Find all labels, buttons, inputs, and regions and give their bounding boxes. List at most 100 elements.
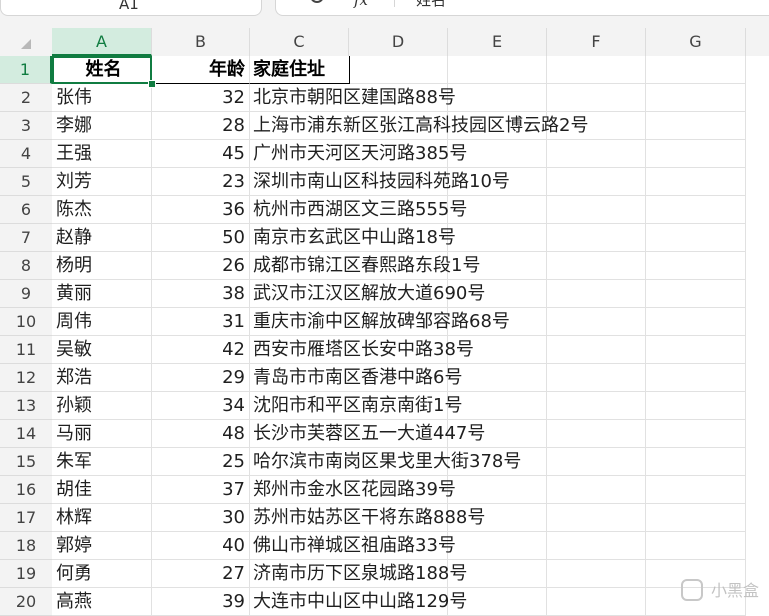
empty-cell[interactable] <box>646 364 746 392</box>
fx-icon[interactable]: fx <box>354 0 368 9</box>
cell-age[interactable]: 34 <box>152 392 250 420</box>
empty-cell[interactable] <box>547 252 646 280</box>
empty-cell[interactable] <box>448 224 547 252</box>
empty-cell[interactable] <box>547 56 646 84</box>
cell-name[interactable]: 胡佳 <box>52 476 152 504</box>
cell-age[interactable]: 29 <box>152 364 250 392</box>
column-header-c[interactable]: C <box>250 28 349 56</box>
cell-address[interactable]: 成都市锦江区春熙路东段1号 <box>250 252 480 280</box>
cell-age[interactable]: 27 <box>152 560 250 588</box>
empty-cell[interactable] <box>646 56 746 84</box>
empty-cell[interactable] <box>547 588 646 616</box>
empty-cell[interactable] <box>547 364 646 392</box>
cell-age[interactable]: 37 <box>152 476 250 504</box>
cell-name[interactable]: 朱军 <box>52 448 152 476</box>
row-header[interactable]: 8 <box>0 252 52 280</box>
row-header[interactable]: 9 <box>0 280 52 308</box>
empty-cell[interactable] <box>448 476 547 504</box>
cell-address[interactable]: 郑州市金水区花园路39号 <box>250 476 456 504</box>
empty-cell[interactable] <box>646 196 746 224</box>
cell-age[interactable]: 45 <box>152 140 250 168</box>
empty-cell[interactable] <box>646 476 746 504</box>
formula-input[interactable]: fx 姓名 <box>275 0 769 16</box>
empty-cell[interactable] <box>547 420 646 448</box>
empty-cell[interactable] <box>547 336 646 364</box>
row-header[interactable]: 20 <box>0 588 52 616</box>
empty-cell[interactable] <box>646 112 746 140</box>
row-header[interactable]: 2 <box>0 84 52 112</box>
empty-cell[interactable] <box>547 560 646 588</box>
cell-address[interactable]: 沈阳市和平区南京南街1号 <box>250 392 462 420</box>
column-header-g[interactable]: G <box>646 28 746 56</box>
column-header-b[interactable]: B <box>152 28 250 56</box>
empty-cell[interactable] <box>646 420 746 448</box>
cell-age[interactable]: 26 <box>152 252 250 280</box>
empty-cell[interactable] <box>646 280 746 308</box>
empty-cell[interactable] <box>646 504 746 532</box>
column-header-e[interactable]: E <box>448 28 547 56</box>
cell-name[interactable]: 杨明 <box>52 252 152 280</box>
cell-name[interactable]: 孙颖 <box>52 392 152 420</box>
row-header[interactable]: 10 <box>0 308 52 336</box>
cell-age[interactable]: 31 <box>152 308 250 336</box>
empty-cell[interactable] <box>547 308 646 336</box>
fill-handle[interactable] <box>148 80 156 88</box>
row-header[interactable]: 19 <box>0 560 52 588</box>
cell-name[interactable]: 郭婷 <box>52 532 152 560</box>
cell-address[interactable]: 杭州市西湖区文三路555号 <box>250 196 467 224</box>
cell-age[interactable]: 25 <box>152 448 250 476</box>
empty-cell[interactable] <box>448 392 547 420</box>
row-header[interactable]: 12 <box>0 364 52 392</box>
empty-cell[interactable] <box>547 448 646 476</box>
empty-cell[interactable] <box>547 140 646 168</box>
row-header[interactable]: 3 <box>0 112 52 140</box>
cell-address[interactable]: 大连市中山区中山路129号 <box>250 588 467 616</box>
empty-cell[interactable] <box>448 84 547 112</box>
name-box[interactable]: A1 <box>0 0 262 16</box>
empty-cell[interactable] <box>547 196 646 224</box>
row-header[interactable]: 5 <box>0 168 52 196</box>
cell-address[interactable]: 武汉市江汉区解放大道690号 <box>250 280 485 308</box>
empty-cell[interactable] <box>547 476 646 504</box>
row-header[interactable]: 11 <box>0 336 52 364</box>
cell-address[interactable]: 西安市雁塔区长安中路38号 <box>250 336 474 364</box>
empty-cell[interactable] <box>448 56 547 84</box>
row-header[interactable]: 6 <box>0 196 52 224</box>
header-cell-address[interactable]: 家庭住址 <box>250 56 350 84</box>
empty-cell[interactable] <box>646 532 746 560</box>
empty-cell[interactable] <box>646 392 746 420</box>
empty-cell[interactable] <box>646 308 746 336</box>
row-header[interactable]: 14 <box>0 420 52 448</box>
cell-age[interactable]: 40 <box>152 532 250 560</box>
empty-cell[interactable] <box>646 168 746 196</box>
cell-name[interactable]: 吴敏 <box>52 336 152 364</box>
cell-age[interactable]: 28 <box>152 112 250 140</box>
cell-name[interactable]: 刘芳 <box>52 168 152 196</box>
column-header-d[interactable]: D <box>349 28 448 56</box>
cell-address[interactable]: 苏州市姑苏区干将东路888号 <box>250 504 485 532</box>
empty-cell[interactable] <box>448 364 547 392</box>
row-header[interactable]: 18 <box>0 532 52 560</box>
empty-cell[interactable] <box>547 280 646 308</box>
cell-age[interactable]: 38 <box>152 280 250 308</box>
search-icon[interactable] <box>310 0 324 3</box>
column-header-f[interactable]: F <box>547 28 646 56</box>
empty-cell[interactable] <box>547 532 646 560</box>
cell-address[interactable]: 济南市历下区泉城路188号 <box>250 560 467 588</box>
empty-cell[interactable] <box>646 252 746 280</box>
cell-name[interactable]: 郑浩 <box>52 364 152 392</box>
empty-cell[interactable] <box>646 448 746 476</box>
cell-address[interactable]: 深圳市南山区科技园科苑路10号 <box>250 168 510 196</box>
cell-address[interactable]: 北京市朝阳区建国路88号 <box>250 84 456 112</box>
row-header[interactable]: 15 <box>0 448 52 476</box>
column-header-a[interactable]: A <box>52 28 152 56</box>
cell-age[interactable]: 30 <box>152 504 250 532</box>
empty-cell[interactable] <box>547 84 646 112</box>
cell-age[interactable]: 36 <box>152 196 250 224</box>
cell-address[interactable]: 重庆市渝中区解放碑邹容路68号 <box>250 308 510 336</box>
cell-name[interactable]: 黄丽 <box>52 280 152 308</box>
cell-address[interactable]: 南京市玄武区中山路18号 <box>250 224 456 252</box>
cell-name[interactable]: 马丽 <box>52 420 152 448</box>
cell-address[interactable]: 佛山市禅城区祖庙路33号 <box>250 532 456 560</box>
empty-cell[interactable] <box>349 56 448 84</box>
